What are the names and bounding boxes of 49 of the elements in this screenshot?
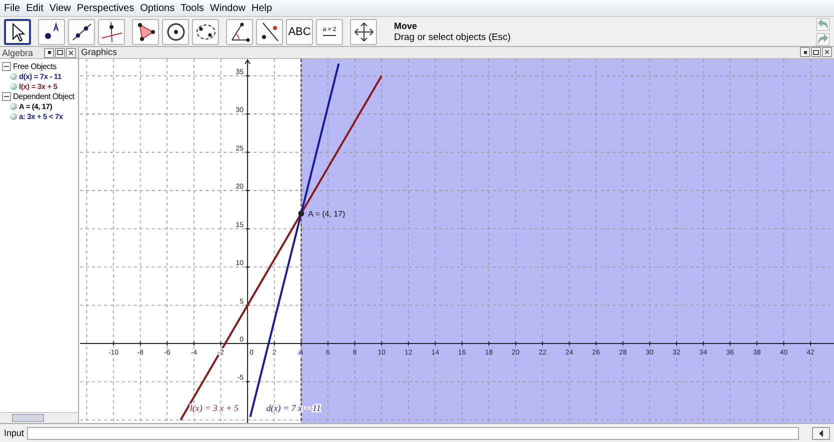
undo-icon	[817, 18, 829, 30]
tool-button[interactable]	[162, 18, 189, 44]
point[interactable]	[298, 210, 304, 216]
menu-item[interactable]: Perspectives	[76, 2, 134, 14]
text-tool-button[interactable]: ABC	[286, 18, 313, 44]
menu-item[interactable]: Options	[140, 2, 175, 14]
close-button[interactable]	[66, 48, 76, 58]
tool-button[interactable]	[192, 18, 219, 44]
horizontal-scrollbar[interactable]	[0, 412, 78, 423]
tool-button[interactable]	[256, 18, 283, 44]
tool-help-text: Drag or select objects (Esc)	[394, 32, 512, 42]
circle-icon	[164, 20, 186, 42]
menu-item[interactable]: View	[49, 2, 71, 14]
line-icon	[70, 20, 92, 42]
tool-button[interactable]	[38, 18, 65, 44]
tool-button[interactable]	[68, 18, 95, 44]
panel-title: Algebra	[2, 48, 34, 58]
angle-icon	[228, 20, 250, 42]
undock-button[interactable]	[55, 48, 65, 58]
collapse-icon[interactable]	[2, 62, 11, 70]
menu-item[interactable]: File	[4, 2, 20, 14]
triangle-left-icon	[816, 428, 826, 438]
input-field[interactable]	[27, 426, 799, 440]
input-help-button[interactable]	[812, 426, 830, 440]
tool-button[interactable]	[4, 18, 31, 44]
panel-title: Graphics	[81, 47, 118, 58]
menu-item[interactable]: Window	[210, 2, 246, 14]
menu-item[interactable]: Edit	[26, 2, 44, 14]
undock-button[interactable]	[811, 47, 821, 58]
menu-item[interactable]: Help	[252, 2, 272, 14]
tool-button[interactable]	[226, 18, 253, 44]
collapse-icon[interactable]	[2, 92, 11, 100]
tree-group-label[interactable]: Free Objects	[13, 62, 56, 70]
function-label: d(x) = 7 x − 11	[266, 402, 321, 413]
close-button[interactable]	[822, 47, 832, 58]
tool-button[interactable]	[350, 18, 377, 44]
function-label: l(x) = 3 x + 5	[190, 402, 239, 413]
input-label: Input	[4, 428, 24, 438]
menu-item[interactable]: Tools	[180, 2, 204, 14]
tree-group-label[interactable]: Dependent Object	[13, 92, 74, 100]
perpendicular-lines-icon	[100, 20, 122, 42]
move-arrows-icon	[352, 20, 374, 42]
point-label: A = (4, 17)	[308, 209, 346, 218]
tool-name: Move	[394, 20, 418, 30]
redo-icon	[817, 33, 829, 45]
tool-button[interactable]	[132, 18, 159, 44]
panel-menu-button[interactable]	[800, 47, 810, 58]
panel-menu-button[interactable]	[44, 48, 54, 58]
tool-button[interactable]	[98, 18, 125, 44]
